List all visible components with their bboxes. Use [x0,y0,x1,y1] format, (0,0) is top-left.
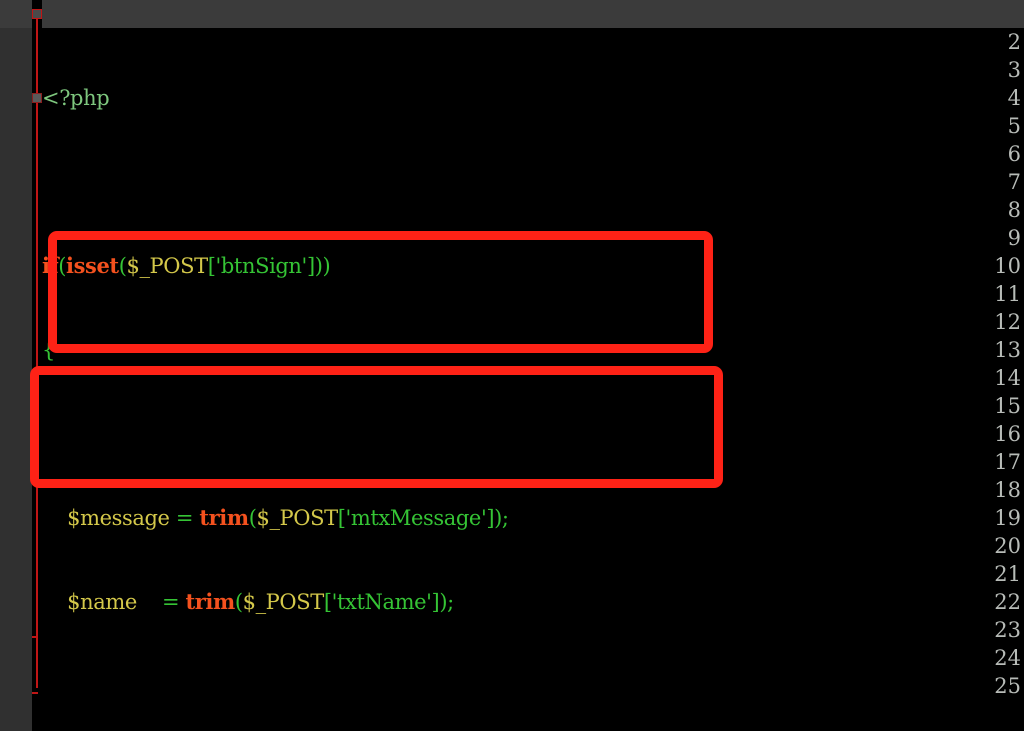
code-content[interactable]: <?php if(isset($_POST['btnSign'])) { $me… [42,0,939,731]
code-line: $name = trim($_POST['txtName']); [67,589,454,614]
line-number: 6 [1007,142,1021,166]
line-number: 20 [994,534,1021,558]
fold-range-line-icon [36,14,38,688]
line-number: 13 [994,338,1021,362]
line-number: 15 [994,394,1021,418]
line-number: 17 [994,450,1021,474]
line-number: 3 [1007,58,1021,82]
line-number: 23 [994,618,1021,642]
code-line: $message = trim($_POST['mtxMessage']); [67,505,509,530]
line-number: 21 [994,562,1021,586]
code-line: if(isset($_POST['btnSign'])) [42,253,331,278]
line-number: 8 [1007,198,1021,222]
line-number-gutter [0,0,32,731]
fold-end-icon [32,636,38,638]
line-number: 7 [1007,170,1021,194]
line-number: 10 [994,254,1021,278]
line-number: 16 [994,422,1021,446]
fold-end-icon [32,692,38,694]
line-number: 5 [1007,114,1021,138]
line-number: 18 [994,478,1021,502]
fold-collapse-icon[interactable] [32,9,42,19]
fold-collapse-icon[interactable] [32,93,42,103]
line-number: 12 [994,310,1021,334]
line-number: 9 [1007,226,1021,250]
line-number: 4 [1007,86,1021,110]
line-number: 19 [994,506,1021,530]
line-number: 22 [994,590,1021,614]
line-number: 2 [1007,30,1021,54]
code-line: { [42,338,55,362]
line-number: 14 [994,366,1021,390]
current-line-gutter-highlight [0,0,32,28]
line-number: 11 [994,282,1021,306]
code-line: <?php [42,86,110,110]
code-editor[interactable]: 1234567891011121314151617181920212223242… [0,0,1024,731]
line-number: 24 [994,646,1021,670]
line-number: 25 [994,674,1021,698]
